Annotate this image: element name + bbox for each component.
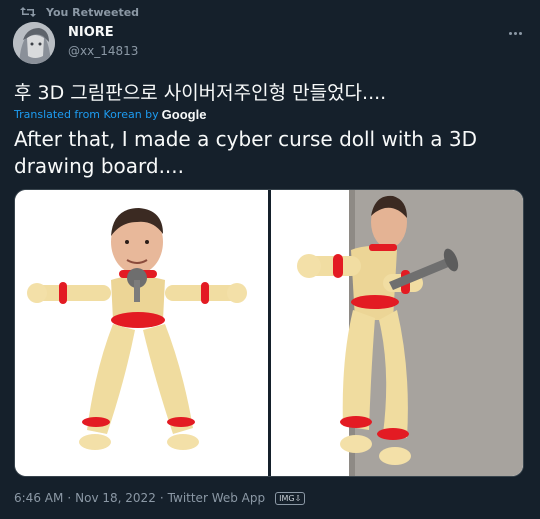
author-name[interactable]: NIORE [68,25,114,40]
media-image-front[interactable] [15,190,268,476]
media-grid [14,189,524,477]
avatar-image [13,22,55,64]
more-dot [508,31,512,35]
meta-separator: · [67,491,72,505]
tweet-translated-text: After that, I made a cyber curse doll wi… [14,127,477,178]
more-dot [518,31,522,35]
retweet-header: You Retweeted [20,4,139,20]
doll-side-image [271,190,523,476]
img-badge-label: IMG [279,493,295,503]
more-dot [513,31,517,35]
translation-label: Translated from Korean by [14,108,159,121]
doll-front-image [15,190,268,476]
tweet-client: Twitter Web App [167,491,266,505]
tweet-time[interactable]: 6:46 AM [14,491,63,505]
google-logo: Google [161,107,207,122]
retweet-icon [20,6,36,18]
tweet-date[interactable]: Nov 18, 2022 [75,491,156,505]
retweet-label: You Retweeted [46,5,140,19]
translation-attribution: Translated from Korean by Google [14,107,206,122]
download-icon: ⇩ [294,493,302,503]
media-image-side[interactable] [271,190,523,476]
meta-separator: · [159,491,164,505]
tweet-original-text: 후 3D 그림판으로 사이버저주인형 만들었다.... [14,82,387,104]
tweet-meta: 6:46 AM · Nov 18, 2022 · Twitter Web App… [14,491,306,505]
avatar[interactable] [13,22,55,64]
more-options-icon[interactable] [502,24,528,42]
author-handle[interactable]: @xx_14813 [68,44,138,58]
img-download-badge[interactable]: IMG⇩ [275,491,306,505]
